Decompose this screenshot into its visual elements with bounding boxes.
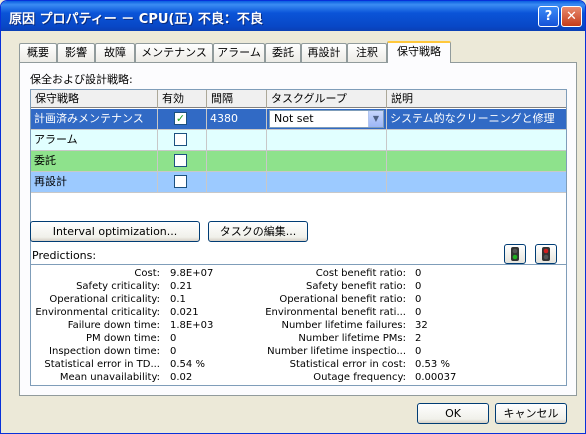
tab-failure[interactable]: 故障	[95, 43, 135, 62]
pred-label: Environmental criticality:	[35, 307, 160, 318]
pred-value: 0.54 %	[170, 359, 205, 370]
pred-label: Operational criticality:	[49, 294, 160, 305]
task-group-dropdown[interactable]: Not set ▼	[269, 110, 384, 128]
row-interval-cell[interactable]	[207, 130, 267, 150]
tab-maintenance[interactable]: メンテナンス	[135, 43, 213, 62]
row-enabled-cell	[158, 130, 207, 150]
pred-value: 0.02	[170, 372, 193, 383]
cancel-button[interactable]: キャンセル	[495, 403, 567, 424]
row-enabled-cell	[158, 172, 207, 192]
pred-label: Safety criticality:	[76, 281, 160, 292]
tab-effects[interactable]: 影響	[57, 43, 95, 62]
row-description-cell[interactable]: システム的なクリーニングと修理	[387, 109, 566, 129]
enabled-checkbox[interactable]	[174, 133, 187, 146]
pred-label: Mean unavailability:	[59, 372, 160, 383]
pred-label: Inspection down time:	[49, 346, 160, 357]
predictions-label: Predictions:	[32, 249, 97, 262]
pred-value: 0	[415, 307, 422, 318]
col-strategy-header[interactable]: 保守戦略	[31, 90, 158, 108]
row-enabled-cell: ✓	[158, 109, 207, 129]
traffic-light-green-icon[interactable]	[504, 244, 526, 264]
row-description-cell[interactable]	[387, 151, 566, 171]
strategy-grid: 保守戦略 有効 間隔 タスクグループ 説明 計画済みメンテナンス ✓ 4380 …	[30, 89, 567, 274]
pred-value: 32	[415, 320, 428, 331]
pred-label: Failure down time:	[67, 320, 160, 331]
tab-alarm[interactable]: アラーム	[213, 43, 265, 62]
pred-label: Statistical error in TD...	[44, 359, 160, 370]
pred-value: 0.21	[170, 281, 193, 292]
pred-label: Number lifetime inspectio...	[267, 346, 406, 357]
enabled-checkbox[interactable]	[174, 175, 187, 188]
ok-button[interactable]: OK	[417, 403, 489, 424]
row-interval-cell[interactable]	[207, 172, 267, 192]
pred-label: Number lifetime PMs:	[298, 333, 406, 344]
row-task-group-cell[interactable]	[267, 172, 387, 192]
interval-optimization-button[interactable]: Interval optimization...	[30, 221, 200, 242]
row-task-group-cell: Not set ▼	[267, 109, 387, 129]
grid-row-alarm[interactable]: アラーム	[31, 130, 566, 151]
pred-label: Environmental benefit rati...	[265, 307, 406, 318]
row-task-group-cell[interactable]	[267, 151, 387, 171]
grid-row-outsourcing[interactable]: 委託	[31, 151, 566, 172]
pred-label: Number lifetime failures:	[281, 320, 406, 331]
row-interval-cell[interactable]: 4380	[207, 109, 267, 129]
maintenance-strategy-panel: 保全および設計戦略: 保守戦略 有効 間隔 タスクグループ 説明 計画済みメンテ…	[19, 62, 577, 396]
tab-redesign[interactable]: 再設計	[301, 43, 347, 62]
pred-label: PM down time:	[86, 333, 160, 344]
pred-value: 0.53 %	[415, 359, 450, 370]
row-strategy-cell: 再設計	[31, 172, 158, 192]
task-group-value: Not set	[274, 112, 314, 125]
row-interval-cell[interactable]	[207, 151, 267, 171]
col-task-group-header[interactable]: タスクグループ	[267, 90, 387, 108]
pred-label: Outage frequency:	[313, 372, 406, 383]
pred-value: 0	[170, 333, 177, 344]
pred-value: 0	[415, 294, 422, 305]
pred-value: 1.8E+03	[170, 320, 214, 331]
pred-value: 0.021	[170, 307, 199, 318]
help-button[interactable]: ?	[538, 6, 559, 27]
pred-value: 0.1	[170, 294, 186, 305]
pred-value: 2	[415, 333, 422, 344]
row-enabled-cell	[158, 151, 207, 171]
chevron-down-icon[interactable]: ▼	[368, 111, 383, 127]
group-label: 保全および設計戦略:	[30, 73, 133, 86]
edit-tasks-button[interactable]: タスクの編集...	[208, 221, 308, 242]
predictions-box: Cost: 9.8E+07 Safety criticality: 0.21 O…	[30, 264, 567, 386]
row-description-cell[interactable]	[387, 130, 566, 150]
row-description-cell[interactable]	[387, 172, 566, 192]
grid-row-planned-maintenance[interactable]: 計画済みメンテナンス ✓ 4380 Not set ▼ システム的なクリーニング…	[31, 109, 566, 130]
enabled-checkbox[interactable]: ✓	[174, 112, 187, 125]
pred-label: Cost:	[134, 268, 160, 279]
col-enabled-header[interactable]: 有効	[158, 90, 207, 108]
enabled-checkbox[interactable]	[174, 154, 187, 167]
row-strategy-cell: アラーム	[31, 130, 158, 150]
col-interval-header[interactable]: 間隔	[207, 90, 267, 108]
pred-label: Operational benefit ratio:	[279, 294, 406, 305]
close-button[interactable]: ✕	[561, 6, 582, 27]
title-bar: 原因 プロパティー － CPU(正) 不良：不良 ? ✕	[1, 1, 585, 31]
tab-notes[interactable]: 注釈	[347, 43, 387, 62]
grid-row-redesign[interactable]: 再設計	[31, 172, 566, 193]
grid-header: 保守戦略 有効 間隔 タスクグループ 説明	[31, 90, 566, 108]
window-title: 原因 プロパティー － CPU(正) 不良：不良	[9, 12, 263, 27]
row-strategy-cell: 計画済みメンテナンス	[31, 109, 158, 129]
properties-dialog: 原因 プロパティー － CPU(正) 不良：不良 ? ✕ 概要 影響 故障 メン…	[0, 0, 586, 434]
tab-maintenance-strategy[interactable]: 保守戦略	[387, 41, 451, 63]
pred-value: 0	[170, 346, 177, 357]
pred-value: 0	[415, 281, 422, 292]
traffic-light-red-icon[interactable]	[535, 244, 557, 264]
col-description-header[interactable]: 説明	[387, 90, 566, 108]
pred-value: 0	[415, 268, 422, 279]
pred-value: 0	[415, 346, 422, 357]
pred-value: 0.00037	[415, 372, 457, 383]
pred-label: Safety benefit ratio:	[306, 281, 406, 292]
row-strategy-cell: 委託	[31, 151, 158, 171]
tab-overview[interactable]: 概要	[19, 43, 57, 62]
tab-outsourcing[interactable]: 委託	[265, 43, 301, 62]
pred-label: Cost benefit ratio:	[315, 268, 406, 279]
pred-value: 9.8E+07	[170, 268, 214, 279]
row-task-group-cell[interactable]	[267, 130, 387, 150]
pred-label: Statistical error in cost:	[289, 359, 406, 370]
